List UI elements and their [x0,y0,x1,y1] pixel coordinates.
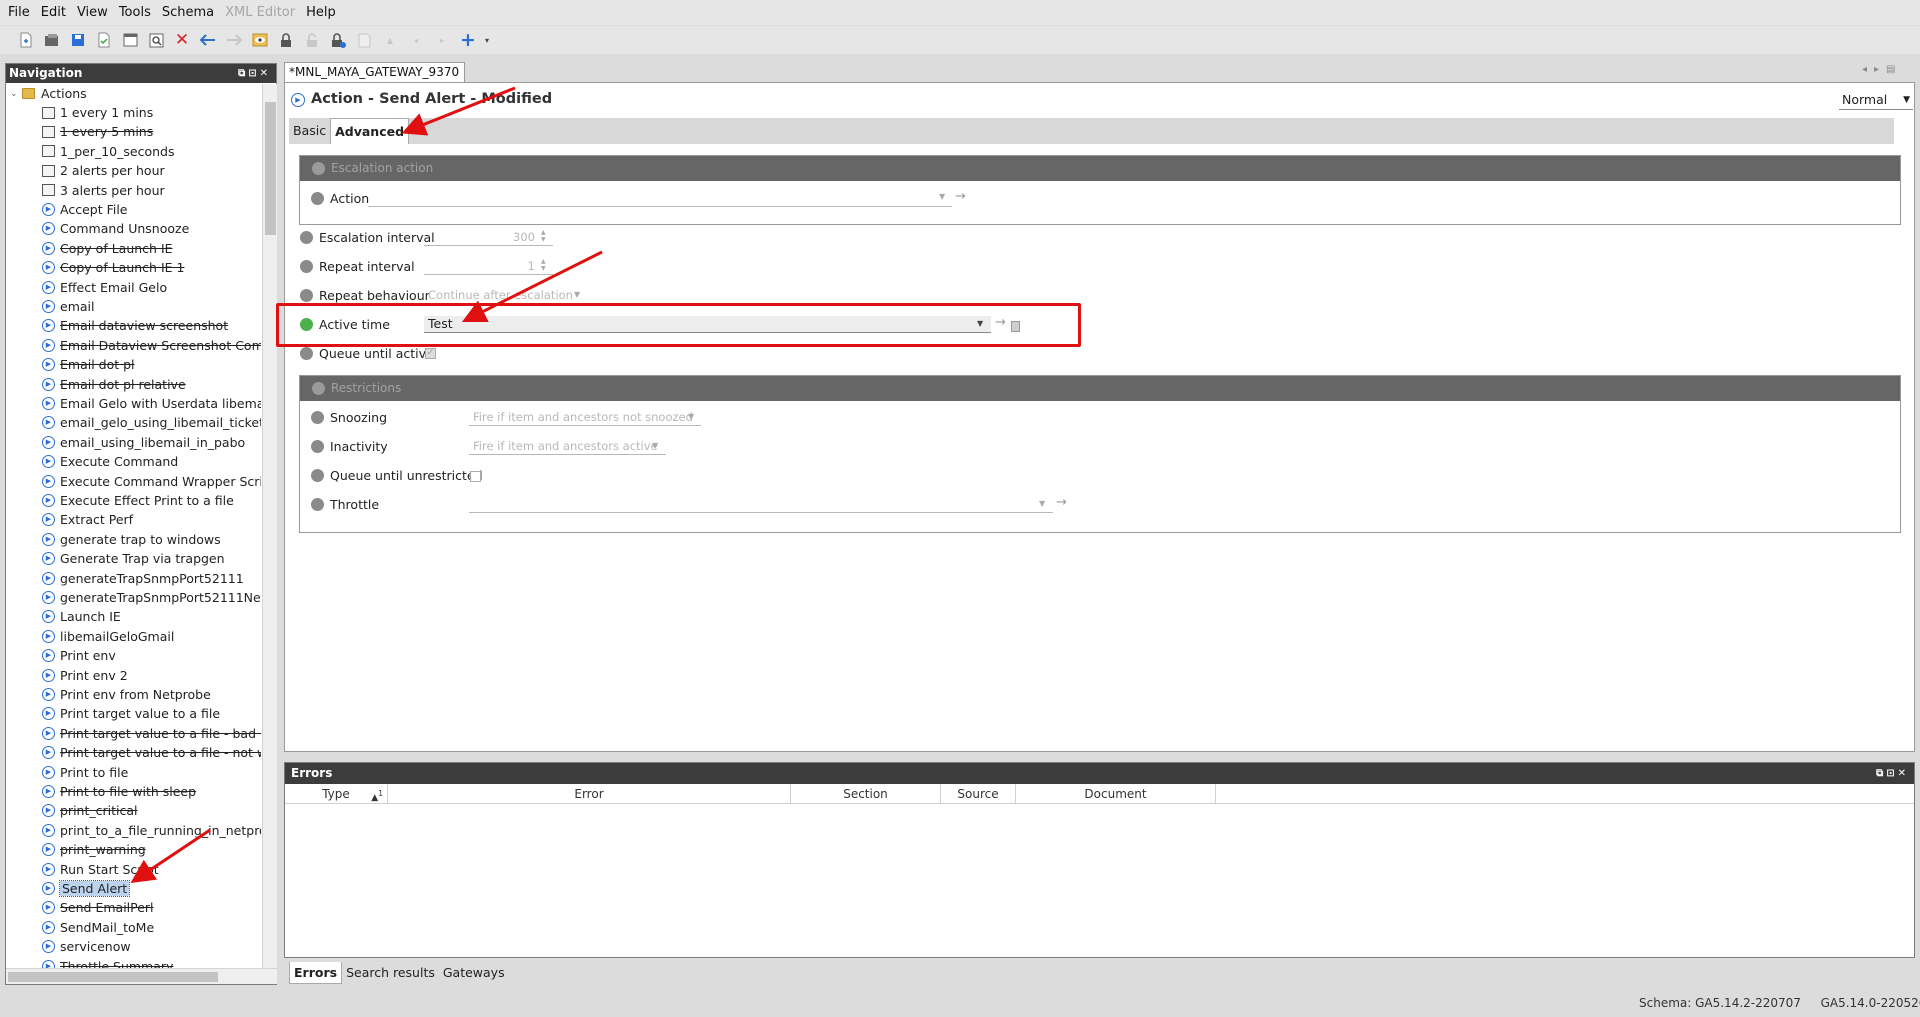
tab-gateways[interactable]: Gateways [439,962,509,984]
column-label: Type [322,787,350,801]
errors-table-header: Type ▲1 Error Section Source Document [285,784,1914,804]
panel-window-controls[interactable]: ⧉⊡✕ [1876,763,1909,784]
annotation-arrow [461,250,603,323]
annotation-arrow [401,86,516,136]
tab-search-results[interactable]: Search results [342,962,439,984]
status-bar: Schema: GA5.14.2-220707 GA5.14.0-220526 [1639,996,1920,1010]
tab-errors[interactable]: Errors [289,962,343,984]
column-header-error[interactable]: Error [388,784,791,804]
errors-panel: Errors ⧉⊡✕ Type ▲1 Error Section Source … [284,762,1915,958]
gateway-version: GA5.14.0-220526 [1820,996,1920,1010]
column-header-document[interactable]: Document [1016,784,1216,804]
column-header-section[interactable]: Section [791,784,941,804]
errors-title: Errors [291,766,333,780]
schema-version: Schema: GA5.14.2-220707 [1639,996,1801,1010]
column-header-source[interactable]: Source [941,784,1016,804]
bottom-tabs: Errors Search results Gateways [289,962,509,984]
annotation-arrow [130,828,211,883]
sort-order: 1 [378,789,383,798]
errors-title-bar: Errors ⧉⊡✕ [285,763,1914,784]
sort-ascending-icon: ▲1 [371,789,383,803]
column-header-type[interactable]: Type ▲1 [285,784,388,804]
